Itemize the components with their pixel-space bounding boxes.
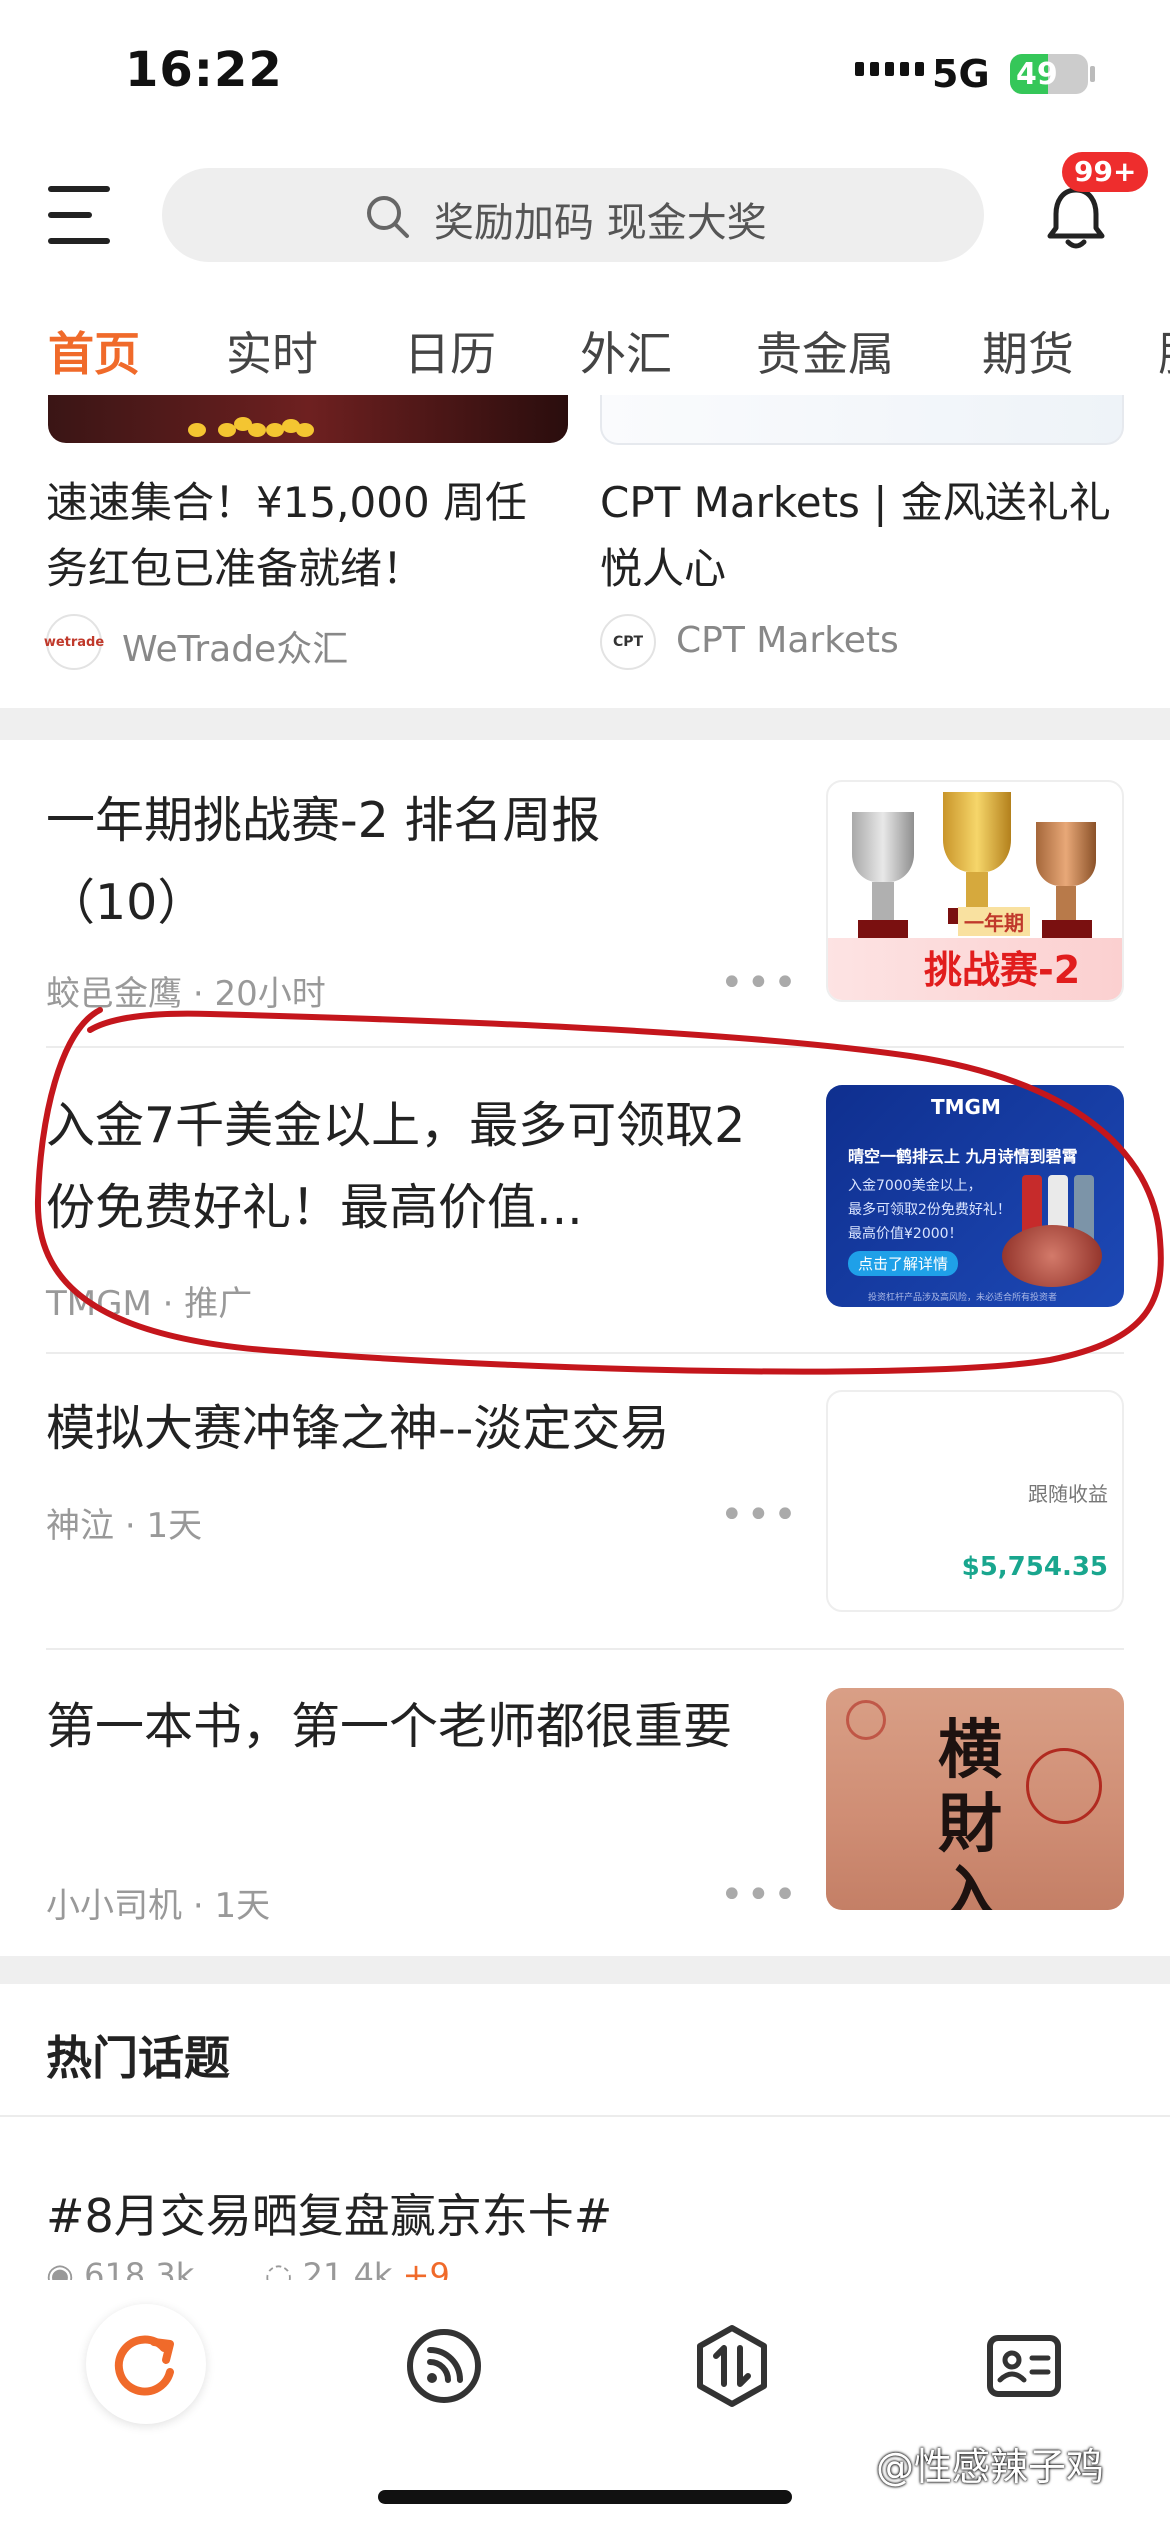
tab-futures[interactable]: 期货 bbox=[982, 318, 1074, 384]
eye-icon: ◉ bbox=[46, 2256, 74, 2282]
comments-plus: +9 bbox=[402, 2256, 450, 2282]
article-title-4[interactable]: 第一本书，第一个老师都很重要 bbox=[46, 1686, 766, 1768]
promo-image-cpt[interactable] bbox=[600, 395, 1124, 445]
tab-realtime[interactable]: 实时 bbox=[226, 318, 318, 384]
battery-icon: 49 bbox=[1010, 54, 1088, 94]
more-icon[interactable]: ••• bbox=[720, 1872, 800, 1918]
cellular-signal-icon bbox=[855, 62, 924, 76]
meta-dot: · bbox=[192, 1886, 215, 1926]
watermark: @性感辣子鸡 bbox=[876, 2445, 1105, 2489]
section-divider bbox=[0, 1956, 1170, 1984]
promo-title-cpt[interactable]: CPT Markets | 金风送礼礼悦人心 bbox=[600, 470, 1120, 602]
cpt-logo: CPT bbox=[600, 614, 656, 670]
tab-forex[interactable]: 外汇 bbox=[580, 318, 672, 384]
comment-icon: ◌ bbox=[264, 2256, 293, 2282]
tab-precious-metals[interactable]: 贵金属 bbox=[756, 318, 894, 384]
thumb-label-small: 一年期 bbox=[958, 907, 1030, 936]
promo-title-wetrade[interactable]: 速速集合！¥15,000 周任务红包已准备就绪！ bbox=[46, 470, 566, 602]
section-divider bbox=[0, 708, 1170, 740]
promo-source-cpt: CPT Markets bbox=[676, 620, 899, 661]
row-divider bbox=[0, 2115, 1170, 2117]
bell-icon[interactable] bbox=[1040, 182, 1112, 254]
search-placeholder[interactable]: 奖励加码 现金大奖 bbox=[434, 190, 767, 248]
follow-earnings-value: $5,754.35 bbox=[961, 1552, 1108, 1582]
tab-stocks[interactable]: 股 bbox=[1158, 318, 1170, 384]
feed-icon[interactable] bbox=[396, 2318, 492, 2414]
hot-topics-title: 热门话题 bbox=[46, 2031, 230, 2085]
article-meta-3: 神泣 · 1天 bbox=[46, 1498, 202, 1547]
network-type: 5G bbox=[932, 52, 990, 96]
article-thumbnail-3[interactable]: 跟随收益 $5,754.35 bbox=[826, 1390, 1124, 1612]
calligraphy-char: 財 bbox=[938, 1787, 1002, 1862]
more-icon[interactable]: ••• bbox=[720, 1492, 800, 1538]
tab-home[interactable]: 首页 bbox=[48, 318, 140, 384]
article-meta-4: 小小司机 · 1天 bbox=[46, 1878, 270, 1927]
promo-source-wetrade: WeTrade众汇 bbox=[122, 629, 349, 670]
trade-icon[interactable] bbox=[684, 2318, 780, 2414]
seal-stamp bbox=[1026, 1748, 1102, 1824]
calligraphy-char: 入 bbox=[938, 1859, 1002, 1911]
refresh-icon[interactable] bbox=[102, 2320, 190, 2408]
home-indicator bbox=[378, 2490, 792, 2504]
wetrade-logo: wetrade bbox=[44, 614, 104, 670]
follow-earnings-label: 跟随收益 bbox=[1028, 1482, 1108, 1506]
status-time: 16:22 bbox=[125, 42, 283, 98]
meta-dot: · bbox=[124, 1506, 147, 1546]
article-thumbnail-1[interactable]: 一年期 挑战赛-2 bbox=[826, 780, 1124, 1002]
menu-icon[interactable] bbox=[48, 186, 114, 244]
search-icon bbox=[367, 196, 409, 238]
article-time: 1天 bbox=[214, 1886, 271, 1926]
article-author: 小小司机 bbox=[46, 1886, 182, 1926]
notification-badge: 99+ bbox=[1062, 152, 1149, 192]
profile-card-icon[interactable] bbox=[976, 2318, 1072, 2414]
article-author: 神泣 bbox=[46, 1506, 114, 1546]
calligraphy-char: 横 bbox=[938, 1713, 1002, 1788]
article-thumbnail-4[interactable]: 横 財 入 bbox=[826, 1688, 1124, 1910]
promo-image-wetrade[interactable] bbox=[48, 395, 568, 443]
seal-stamp bbox=[846, 1700, 886, 1740]
article-title-3[interactable]: 模拟大赛冲锋之神--淡定交易 bbox=[46, 1388, 766, 1470]
article-title-1[interactable]: 一年期挑战赛-2 排名周报（10） bbox=[46, 780, 706, 944]
article-time: 1天 bbox=[146, 1506, 203, 1546]
battery-tip bbox=[1090, 66, 1095, 82]
tab-calendar[interactable]: 日历 bbox=[404, 318, 496, 384]
row-divider bbox=[46, 1648, 1124, 1650]
annotation-circle bbox=[34, 1007, 1164, 1375]
thumb-label-big: 挑战赛-2 bbox=[924, 948, 1081, 992]
views-count: 618.3k bbox=[84, 2256, 195, 2282]
comments-count: 21.4k bbox=[302, 2256, 393, 2282]
hot-topic-stats: ◉ 618.3k ◌ 21.4k +9 bbox=[46, 2256, 450, 2282]
battery-level: 49 bbox=[1016, 57, 1058, 92]
hot-topic-item[interactable]: #8月交易晒复盘赢京东卡# bbox=[46, 2180, 612, 2246]
